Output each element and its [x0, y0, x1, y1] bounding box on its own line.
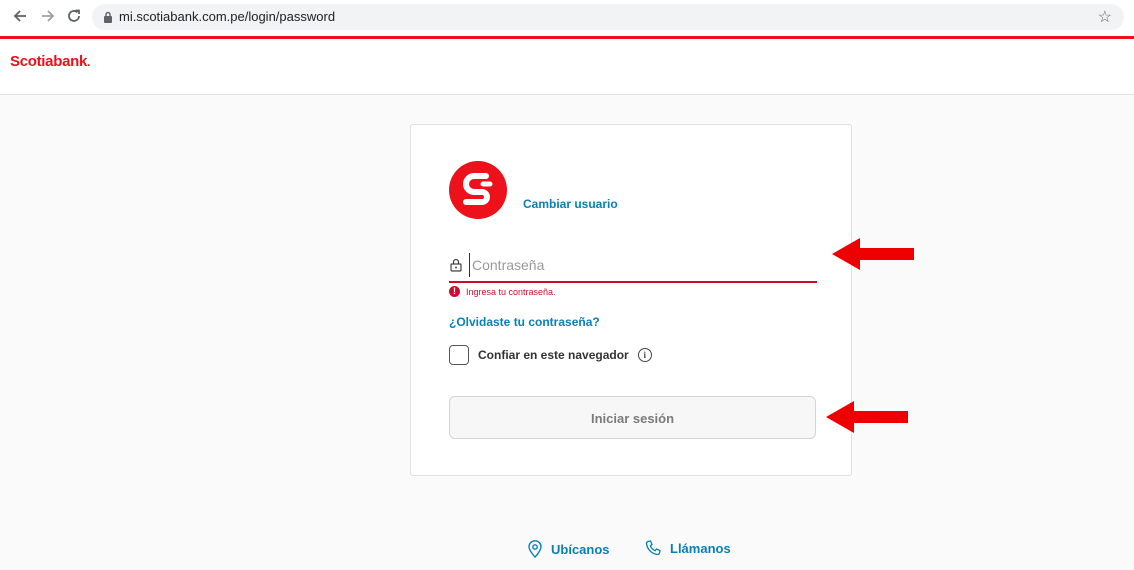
info-icon[interactable]: i	[637, 348, 652, 362]
trust-browser-label[interactable]: Confiar en este navegador	[478, 348, 629, 362]
browser-toolbar: mi.scotiabank.com.pe/login/password ☆	[0, 0, 1134, 36]
password-input[interactable]	[469, 253, 812, 277]
address-bar[interactable]: mi.scotiabank.com.pe/login/password ☆	[92, 4, 1124, 30]
brand-dot: .	[87, 55, 91, 69]
url-text: mi.scotiabank.com.pe/login/password	[119, 9, 336, 24]
login-submit-button[interactable]: Iniciar sesión	[449, 396, 816, 439]
login-card: Cambiar usuario ! Ingresa tu contraseña.…	[410, 124, 852, 476]
secure-lock-icon	[104, 11, 112, 23]
trust-browser-checkbox[interactable]	[449, 345, 469, 365]
call-us-link[interactable]: Llámanos	[645, 540, 731, 556]
forgot-password-link[interactable]: ¿Olvidaste tu contraseña?	[449, 315, 600, 329]
error-exclamation-icon: !	[449, 286, 460, 297]
error-message: Ingresa tu contraseña.	[466, 286, 556, 297]
scotiabank-s-avatar-icon	[449, 161, 507, 219]
lock-icon	[450, 258, 462, 272]
change-user-link[interactable]: Cambiar usuario	[523, 197, 618, 211]
call-us-label: Llámanos	[670, 540, 731, 556]
forward-arrow-icon[interactable]	[38, 6, 58, 26]
location-pin-icon	[528, 540, 542, 558]
bookmark-star-icon[interactable]: ☆	[1098, 7, 1112, 27]
password-field	[449, 251, 817, 283]
back-arrow-icon[interactable]	[10, 6, 30, 26]
phone-icon	[645, 540, 661, 556]
locate-us-link[interactable]: Ubícanos	[528, 540, 610, 558]
scotiabank-logo[interactable]: Scotiabank.	[10, 53, 90, 70]
annotation-arrow-password	[832, 238, 914, 270]
site-header: Scotiabank.	[0, 39, 1134, 95]
locate-us-label: Ubícanos	[551, 541, 610, 557]
brand-name: Scotiabank	[10, 53, 88, 70]
annotation-arrow-login	[826, 401, 908, 433]
password-error: ! Ingresa tu contraseña.	[449, 286, 556, 297]
trust-browser-row: Confiar en este navegador i	[449, 345, 652, 365]
reload-icon[interactable]	[64, 6, 84, 26]
